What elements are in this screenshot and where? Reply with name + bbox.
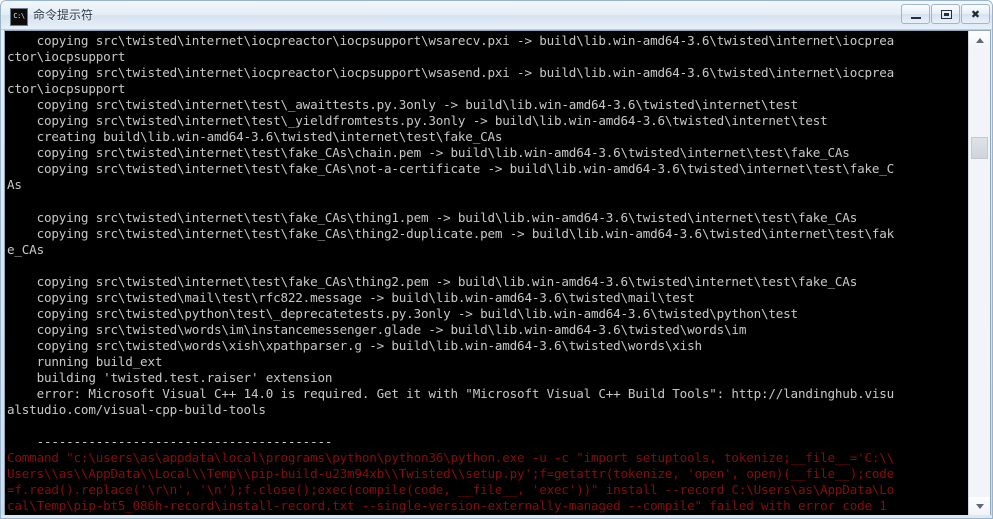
console-line: Users\\as\\AppData\\Local\\Temp\\pip-bui… [7, 466, 895, 482]
console-line: As [7, 177, 22, 193]
command-prompt-window: C:\ 命令提示符 ✖ copying src\twisted\internet… [0, 0, 993, 519]
console-scrollbar[interactable] [968, 31, 990, 516]
console-line: ctor\iocpsupport [7, 81, 126, 97]
maximize-button[interactable] [931, 4, 960, 24]
chevron-up-icon [975, 38, 984, 43]
console-line: Command "c:\users\as\appdata\local\progr… [7, 450, 895, 466]
console-output[interactable]: copying src\twisted\internet\iocpreactor… [5, 31, 968, 516]
title-bar[interactable]: C:\ 命令提示符 ✖ [1, 1, 992, 30]
console-line: copying src\twisted\internet\iocpreactor… [7, 33, 895, 48]
chevron-down-icon [975, 504, 984, 509]
maximize-icon [941, 10, 952, 19]
minimize-icon [911, 17, 921, 19]
console-line: copying src\twisted\internet\test\fake_C… [7, 273, 858, 289]
window-title: 命令提示符 [33, 8, 94, 22]
console-line: copying src\twisted\mail\test\rfc822.mes… [7, 289, 695, 305]
console-line: cal\Temp\pip-bt5_086h-record\install-rec… [7, 498, 887, 514]
console-area: copying src\twisted\internet\iocpreactor… [4, 30, 991, 517]
console-line: copying src\twisted\words\im\instancemes… [7, 321, 747, 337]
console-line: running build_ext [7, 353, 163, 369]
command-prompt-icon[interactable]: C:\ [10, 8, 28, 26]
close-icon: ✖ [970, 7, 981, 21]
console-line: building 'twisted.test.raiser' extension [7, 369, 333, 385]
close-button[interactable]: ✖ [961, 4, 990, 24]
scroll-down-button[interactable] [969, 497, 990, 516]
window-controls: ✖ [901, 4, 990, 24]
console-line: alstudio.com/visual-cpp-build-tools [7, 402, 266, 418]
console-line: copying src\twisted\words\xish\xpathpars… [7, 337, 702, 353]
console-line: copying src\twisted\internet\test\fake_C… [7, 209, 858, 225]
console-line-list: copying src\twisted\internet\iocpreactor… [7, 33, 967, 516]
scroll-up-button[interactable] [969, 31, 990, 50]
console-line: copying src\twisted\python\test\_depreca… [7, 305, 799, 321]
console-line: error: Microsoft Visual C++ 14.0 is requ… [7, 386, 895, 402]
console-line: copying src\twisted\internet\test\fake_C… [7, 161, 895, 177]
console-line: ctor\iocpsupport [7, 49, 126, 65]
console-line: copying src\twisted\internet\test\fake_C… [7, 225, 895, 241]
window-bottom-strip [1, 515, 992, 518]
console-line: =f.read().replace('\r\n', '\n');f.close(… [7, 482, 895, 498]
console-line: copying src\twisted\internet\test\_yield… [7, 113, 828, 129]
console-line: copying src\twisted\internet\test\_await… [7, 97, 799, 113]
console-line: copying src\twisted\internet\iocpreactor… [7, 65, 895, 81]
minimize-button[interactable] [901, 4, 930, 24]
console-line: creating build\lib.win-amd64-3.6\twisted… [7, 129, 503, 145]
console-line: copying src\twisted\internet\test\fake_C… [7, 145, 850, 161]
console-line: e_CAs [7, 241, 44, 257]
scrollbar-thumb[interactable] [971, 137, 988, 159]
console-line: ---------------------------------------- [7, 434, 333, 450]
